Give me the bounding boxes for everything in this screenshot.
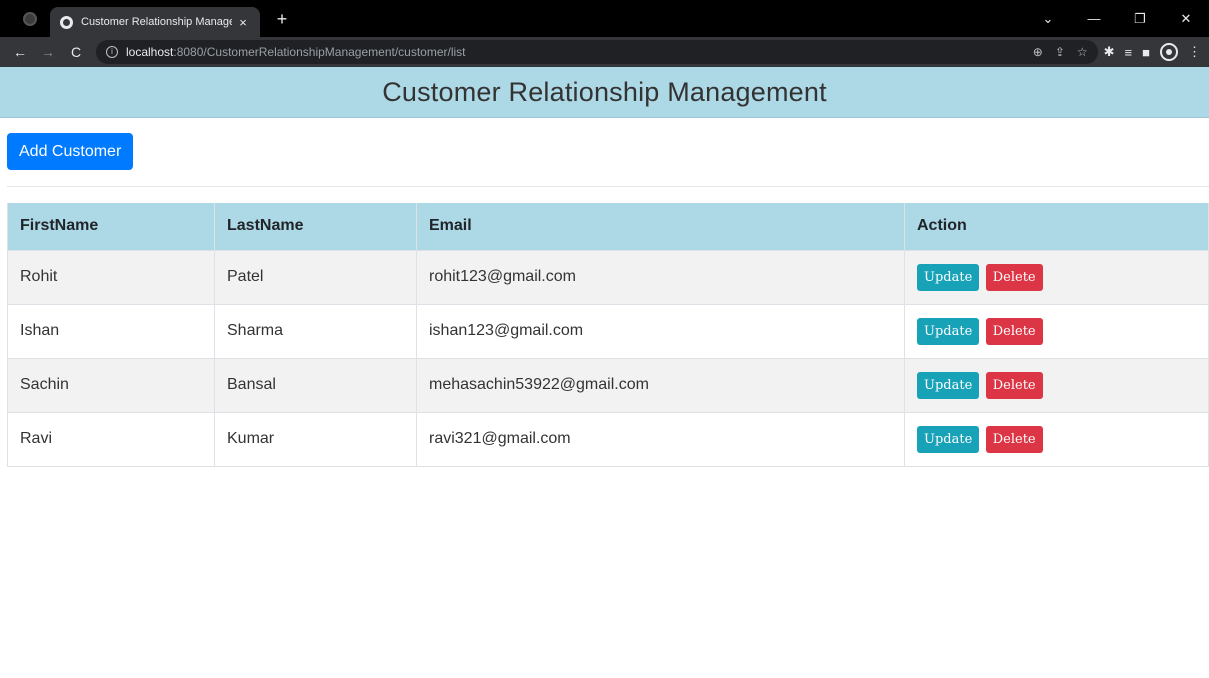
url-host: localhost	[126, 45, 174, 59]
window-controls: ⌄ — ❐ ✕	[1025, 0, 1209, 37]
column-header-action: Action	[904, 203, 1209, 250]
add-customer-button[interactable]: Add Customer	[7, 133, 134, 170]
update-button[interactable]: Update	[917, 425, 980, 453]
column-header-firstname: FirstName	[7, 203, 215, 250]
restore-icon[interactable]: ❐	[1117, 11, 1163, 27]
new-tab-button[interactable]: +	[272, 9, 292, 30]
customer-table: FirstName LastName Email Action Rohit Pa…	[7, 203, 1209, 467]
cell-lastname: Kumar	[214, 411, 417, 467]
globe-icon	[60, 15, 73, 29]
cell-action: Update Delete	[904, 411, 1209, 467]
share-icon[interactable]: ⇪	[1055, 45, 1065, 59]
update-button[interactable]: Update	[917, 317, 980, 345]
cell-lastname: Bansal	[214, 357, 417, 412]
minimize-icon[interactable]: —	[1071, 11, 1117, 26]
delete-button[interactable]: Delete	[985, 371, 1043, 399]
profile-avatar-icon[interactable]	[1160, 43, 1178, 61]
table-row: Ishan Sharma ishan123@gmail.com Update D…	[7, 303, 1209, 358]
forward-arrow-icon[interactable]: →	[36, 44, 60, 60]
divider	[7, 186, 1209, 187]
table-row: Ravi Kumar ravi321@gmail.com Update Dele…	[7, 411, 1209, 467]
bookmark-star-icon[interactable]: ☆	[1077, 45, 1088, 59]
tab-title: Customer Relationship Managem	[81, 16, 232, 28]
kebab-menu-icon[interactable]: ⋮	[1188, 44, 1201, 60]
side-panel-icon[interactable]: ■	[1142, 45, 1150, 60]
cell-email: mehasachin53922@gmail.com	[416, 357, 905, 412]
cell-action: Update Delete	[904, 249, 1209, 304]
cell-action: Update Delete	[904, 303, 1209, 358]
delete-button[interactable]: Delete	[985, 425, 1043, 453]
page-header: Customer Relationship Management	[0, 67, 1209, 118]
zoom-icon[interactable]: ⊕	[1033, 45, 1043, 59]
delete-button[interactable]: Delete	[985, 263, 1043, 291]
table-row: Sachin Bansal mehasachin53922@gmail.com …	[7, 357, 1209, 412]
column-header-lastname: LastName	[214, 203, 417, 250]
extension-icons: ✱ ≡ ■ ⋮	[1104, 43, 1201, 61]
column-header-email: Email	[416, 203, 905, 250]
cell-firstname: Ravi	[7, 411, 215, 467]
site-info-icon[interactable]: i	[106, 46, 118, 58]
close-window-icon[interactable]: ✕	[1163, 11, 1209, 27]
update-button[interactable]: Update	[917, 371, 980, 399]
cell-firstname: Ishan	[7, 303, 215, 358]
browser-tab[interactable]: Customer Relationship Managem ×	[50, 7, 260, 37]
cell-firstname: Sachin	[7, 357, 215, 412]
browser-toolbar: ← → C i localhost :8080/CustomerRelation…	[0, 37, 1209, 67]
browser-tab-bar: Customer Relationship Managem × + ⌄ — ❐ …	[0, 0, 1209, 37]
back-arrow-icon[interactable]: ←	[8, 44, 32, 60]
extensions-puzzle-icon[interactable]: ✱	[1104, 44, 1115, 60]
cell-lastname: Patel	[214, 249, 417, 304]
cell-email: rohit123@gmail.com	[416, 249, 905, 304]
page-title: Customer Relationship Management	[382, 76, 827, 107]
table-header-row: FirstName LastName Email Action	[7, 203, 1209, 250]
url-path: :8080/CustomerRelationshipManagement/cus…	[173, 45, 466, 59]
tab-close-icon[interactable]: ×	[236, 15, 250, 30]
omnibox-actions: ⊕ ⇪ ☆	[1033, 45, 1088, 59]
tab-search-icon[interactable]: ⌄	[1025, 11, 1071, 27]
reading-list-icon[interactable]: ≡	[1125, 45, 1133, 60]
update-button[interactable]: Update	[917, 263, 980, 291]
github-icon[interactable]	[23, 12, 37, 26]
reload-icon[interactable]: C	[64, 44, 88, 60]
delete-button[interactable]: Delete	[985, 317, 1043, 345]
main-content: Add Customer FirstName LastName Email Ac…	[0, 118, 1209, 467]
cell-email: ishan123@gmail.com	[416, 303, 905, 358]
cell-email: ravi321@gmail.com	[416, 411, 905, 467]
cell-lastname: Sharma	[214, 303, 417, 358]
table-row: Rohit Patel rohit123@gmail.com Update De…	[7, 249, 1209, 304]
cell-action: Update Delete	[904, 357, 1209, 412]
cell-firstname: Rohit	[7, 249, 215, 304]
address-bar[interactable]: i localhost :8080/CustomerRelationshipMa…	[96, 40, 1098, 64]
